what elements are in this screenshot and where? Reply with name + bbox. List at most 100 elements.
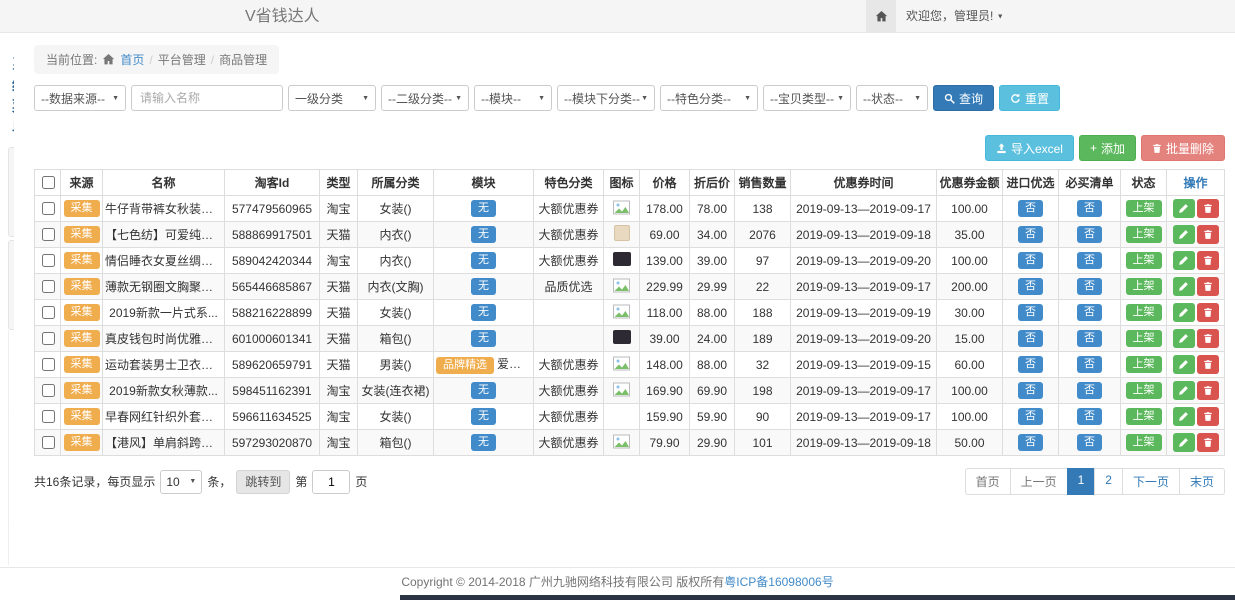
sidebar-item-1[interactable]: 模块商品分类 (13, 413, 14, 528)
delete-button[interactable] (1197, 251, 1219, 270)
delete-button[interactable] (1197, 303, 1219, 322)
must-buy-badge[interactable]: 否 (1077, 278, 1102, 295)
reset-button[interactable]: 重置 (999, 85, 1060, 111)
row-checkbox[interactable] (42, 280, 55, 293)
status-badge[interactable]: 上架 (1126, 434, 1162, 451)
must-buy-badge[interactable]: 否 (1077, 356, 1102, 373)
filter-select-4[interactable]: --模块下分类--▼ (557, 85, 655, 111)
must-buy-cell: 否 (1059, 378, 1121, 404)
trash-icon (1203, 385, 1213, 396)
page-button-4[interactable]: 下一页 (1122, 468, 1180, 495)
select-all-checkbox[interactable] (42, 176, 55, 189)
add-button[interactable]: + 添加 (1079, 135, 1136, 161)
import-select-badge[interactable]: 否 (1018, 200, 1043, 217)
must-buy-badge[interactable]: 否 (1077, 252, 1102, 269)
filter-select-2[interactable]: --二级分类--▼ (381, 85, 469, 111)
edit-button[interactable] (1173, 433, 1195, 452)
status-badge[interactable]: 上架 (1126, 304, 1162, 321)
import-select-badge[interactable]: 否 (1018, 408, 1043, 425)
jump-button[interactable]: 跳转到 (236, 470, 290, 494)
status-badge[interactable]: 上架 (1126, 200, 1162, 217)
status-badge[interactable]: 上架 (1126, 252, 1162, 269)
row-checkbox[interactable] (42, 202, 55, 215)
page-button-0[interactable]: 首页 (965, 468, 1011, 495)
sidebar-item-2[interactable]: 特色分类 (13, 528, 14, 565)
filter-select-6[interactable]: --宝贝类型--▼ (763, 85, 851, 111)
discount-price-cell: 29.90 (690, 430, 735, 456)
edit-button[interactable] (1173, 381, 1195, 400)
status-badge[interactable]: 上架 (1126, 330, 1162, 347)
edit-button[interactable] (1173, 355, 1195, 374)
status-badge[interactable]: 上架 (1126, 356, 1162, 373)
row-checkbox[interactable] (42, 410, 55, 423)
filter-select-7[interactable]: --状态--▼ (856, 85, 928, 111)
sidebar-item-0[interactable]: 商品分类 (13, 332, 14, 413)
import-select-badge[interactable]: 否 (1018, 330, 1043, 347)
sidebar-group-1[interactable]: 平台管理 (8, 240, 14, 330)
edit-button[interactable] (1173, 225, 1195, 244)
filter-select-0[interactable]: --数据来源--▼ (34, 85, 126, 111)
import-select-badge[interactable]: 否 (1018, 434, 1043, 451)
page-button-5[interactable]: 末页 (1179, 468, 1225, 495)
page-button-3[interactable]: 2 (1094, 468, 1123, 495)
row-checkbox[interactable] (42, 228, 55, 241)
import-excel-button[interactable]: 导入excel (985, 135, 1074, 161)
import-select-badge[interactable]: 否 (1018, 226, 1043, 243)
must-buy-badge[interactable]: 否 (1077, 330, 1102, 347)
import-select-cell: 否 (1003, 430, 1059, 456)
delete-button[interactable] (1197, 433, 1219, 452)
filter-select-5[interactable]: --特色分类--▼ (660, 85, 758, 111)
row-checkbox[interactable] (42, 384, 55, 397)
batch-delete-button[interactable]: 批量删除 (1141, 135, 1225, 161)
edit-button[interactable] (1173, 407, 1195, 426)
delete-button[interactable] (1197, 381, 1219, 400)
delete-button[interactable] (1197, 225, 1219, 244)
status-badge[interactable]: 上架 (1126, 382, 1162, 399)
page-button-1[interactable]: 上一页 (1010, 468, 1068, 495)
breadcrumb-home-link[interactable]: 首页 (120, 51, 144, 68)
edit-button[interactable] (1173, 329, 1195, 348)
delete-button[interactable] (1197, 277, 1219, 296)
home-button[interactable] (866, 0, 896, 33)
delete-button[interactable] (1197, 407, 1219, 426)
edit-button[interactable] (1173, 251, 1195, 270)
feature-cell (534, 300, 604, 326)
import-select-badge[interactable]: 否 (1018, 356, 1043, 373)
icp-link[interactable]: 粤ICP备16098006号 (724, 573, 833, 590)
user-menu[interactable]: 欢迎您，管理员! ▼ (906, 0, 1004, 33)
pencil-icon (1178, 255, 1189, 266)
delete-button[interactable] (1197, 355, 1219, 374)
must-buy-badge[interactable]: 否 (1077, 408, 1102, 425)
feature-cell: 大额优惠券 (534, 196, 604, 222)
name-search-input[interactable] (131, 85, 283, 111)
page-number-input[interactable] (312, 470, 350, 494)
delete-button[interactable] (1197, 199, 1219, 218)
status-badge[interactable]: 上架 (1126, 278, 1162, 295)
row-checkbox[interactable] (42, 436, 55, 449)
filter-select-3[interactable]: --模块--▼ (474, 85, 552, 111)
must-buy-badge[interactable]: 否 (1077, 200, 1102, 217)
sidebar-group-0[interactable]: 用户管理 (8, 147, 14, 237)
edit-button[interactable] (1173, 199, 1195, 218)
row-checkbox[interactable] (42, 306, 55, 319)
import-select-badge[interactable]: 否 (1018, 278, 1043, 295)
row-checkbox[interactable] (42, 332, 55, 345)
import-select-badge[interactable]: 否 (1018, 382, 1043, 399)
must-buy-badge[interactable]: 否 (1077, 226, 1102, 243)
row-checkbox[interactable] (42, 254, 55, 267)
must-buy-badge[interactable]: 否 (1077, 434, 1102, 451)
import-select-badge[interactable]: 否 (1018, 304, 1043, 321)
status-badge[interactable]: 上架 (1126, 408, 1162, 425)
filter-select-1[interactable]: 一级分类▼ (288, 85, 376, 111)
edit-button[interactable] (1173, 303, 1195, 322)
search-button[interactable]: 查询 (933, 85, 994, 111)
per-page-select[interactable]: 10 ▼ (160, 470, 202, 494)
must-buy-badge[interactable]: 否 (1077, 304, 1102, 321)
import-select-badge[interactable]: 否 (1018, 252, 1043, 269)
delete-button[interactable] (1197, 329, 1219, 348)
must-buy-badge[interactable]: 否 (1077, 382, 1102, 399)
page-button-2[interactable]: 1 (1067, 468, 1096, 495)
row-checkbox[interactable] (42, 358, 55, 371)
status-badge[interactable]: 上架 (1126, 226, 1162, 243)
edit-button[interactable] (1173, 277, 1195, 296)
